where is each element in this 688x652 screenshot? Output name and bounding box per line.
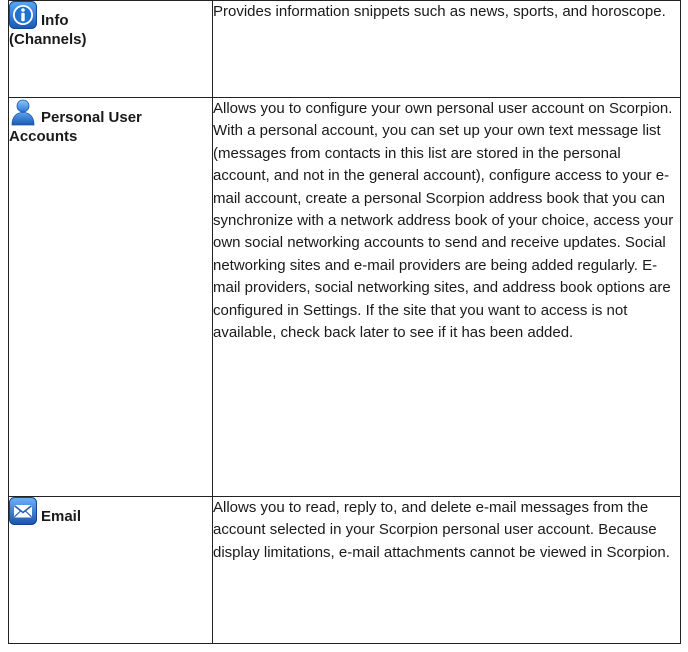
- description-info: Provides information snippets such as ne…: [213, 3, 666, 20]
- description-personal-user-accounts: Allows you to configure your own persona…: [213, 100, 674, 342]
- email-icon: [9, 497, 37, 525]
- description-cell-info: Provides information snippets such as ne…: [212, 0, 681, 98]
- description-cell-personal-user-accounts: Allows you to configure your own persona…: [212, 97, 681, 497]
- feature-cell-info: Info (Channels): [8, 0, 213, 98]
- user-account-icon: [11, 99, 35, 126]
- feature-name-personal-user-accounts-line2: Accounts: [9, 128, 78, 145]
- feature-name-info-line2: (Channels): [9, 31, 87, 48]
- description-email: Allows you to read, reply to, and delete…: [213, 499, 670, 561]
- table-row-info: Info (Channels) Provides information sni…: [8, 0, 681, 98]
- feature-table: Info (Channels) Provides information sni…: [8, 0, 681, 644]
- feature-cell-email: Email: [8, 496, 213, 644]
- description-cell-email: Allows you to read, reply to, and delete…: [212, 496, 681, 644]
- info-icon: [9, 1, 37, 29]
- table-row-personal-user-accounts: Personal User Accounts Allows you to con…: [8, 97, 681, 497]
- feature-cell-personal-user-accounts: Personal User Accounts: [8, 97, 213, 497]
- table-row-email: Email Allows you to read, reply to, and …: [8, 496, 681, 644]
- feature-name-email: Email: [41, 508, 82, 525]
